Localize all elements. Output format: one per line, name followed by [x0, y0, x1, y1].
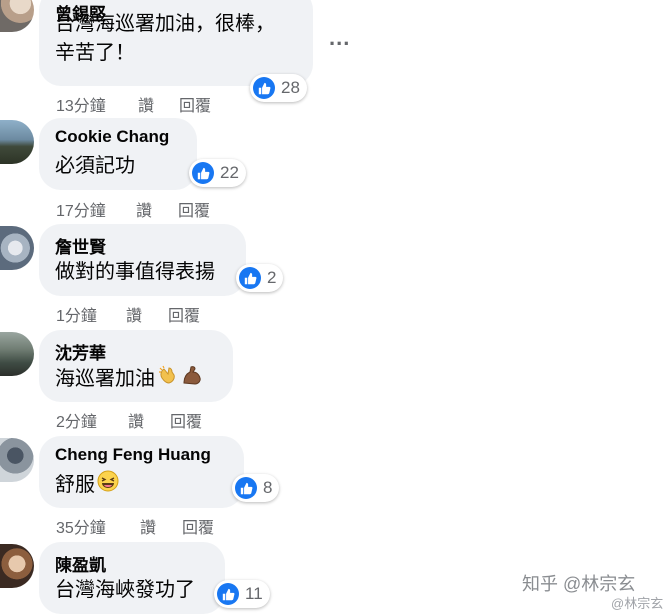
- comment-author[interactable]: Cookie Chang: [55, 127, 169, 147]
- comment-bubble: Cookie Chang 必須記功: [39, 118, 197, 190]
- comment-bubble: 陳盈凱 台灣海峽發功了: [39, 542, 225, 614]
- comment-text: 台灣海峽發功了: [55, 579, 195, 601]
- like-icon: [239, 267, 261, 289]
- avatar[interactable]: [0, 120, 34, 164]
- watermark-weibo: @林宗玄: [611, 596, 664, 611]
- reaction-badge[interactable]: 8: [232, 474, 280, 502]
- comment-bubble: 詹世賢 做對的事值得表揚: [39, 224, 246, 296]
- comment-timestamp[interactable]: 13分鐘: [56, 92, 106, 116]
- comment-text: 舒服: [55, 470, 119, 501]
- like-link[interactable]: 讚: [126, 302, 142, 326]
- avatar[interactable]: [0, 544, 34, 588]
- reaction-count: 28: [281, 78, 300, 97]
- reply-link[interactable]: 回覆: [168, 302, 200, 326]
- comment-timestamp[interactable]: 17分鐘: [56, 197, 106, 221]
- reaction-count: 22: [220, 163, 239, 182]
- reply-link[interactable]: 回覆: [178, 197, 210, 221]
- grinning-squinting-face-icon: [97, 470, 119, 501]
- like-icon: [235, 477, 257, 499]
- avatar[interactable]: [0, 332, 34, 376]
- comment-text: 必須記功: [55, 155, 135, 177]
- reaction-count: 11: [245, 584, 263, 603]
- reaction-count: 8: [263, 478, 273, 497]
- reply-link[interactable]: 回覆: [179, 92, 211, 116]
- comment-author[interactable]: 陳盈凱: [55, 551, 106, 576]
- comment-author[interactable]: Cheng Feng Huang: [55, 445, 211, 465]
- avatar[interactable]: [0, 0, 34, 32]
- like-link[interactable]: 讚: [140, 514, 156, 538]
- reaction-badge[interactable]: 28: [250, 74, 307, 102]
- reply-link[interactable]: 回覆: [170, 408, 202, 432]
- like-icon: [192, 162, 214, 184]
- more-options-icon[interactable]: ...: [329, 25, 350, 51]
- comment-timestamp[interactable]: 35分鐘: [56, 514, 106, 538]
- comment-bubble: Cheng Feng Huang 舒服: [39, 436, 244, 508]
- avatar[interactable]: [0, 226, 34, 270]
- reaction-badge[interactable]: 11: [214, 580, 270, 608]
- reaction-badge[interactable]: 2: [236, 264, 284, 292]
- comment-timestamp[interactable]: 2分鐘: [56, 408, 97, 432]
- like-icon: [217, 583, 239, 605]
- reply-link[interactable]: 回覆: [182, 514, 214, 538]
- flexed-biceps-icon: [181, 364, 203, 395]
- comment-text: 海巡署加油: [55, 364, 203, 395]
- like-link[interactable]: 讚: [138, 92, 154, 116]
- comment-text: 做對的事值得表揚: [55, 261, 215, 283]
- like-link[interactable]: 讚: [136, 197, 152, 221]
- comment-text-line: 舒服: [55, 474, 95, 496]
- like-icon: [253, 77, 275, 99]
- comment-text-line: 台灣海巡署加油，很棒，: [55, 13, 275, 35]
- comment-bubble: 沈芳華 海巡署加油: [39, 330, 233, 402]
- comment-timestamp[interactable]: 1分鐘: [56, 302, 97, 326]
- like-link[interactable]: 讚: [128, 408, 144, 432]
- comment-author[interactable]: 沈芳華: [55, 339, 106, 364]
- comment-text-line: 海巡署加油: [55, 368, 155, 390]
- comment-text: 台灣海巡署加油，很棒， 辛苦了！: [55, 10, 275, 68]
- comment-author[interactable]: 詹世賢: [55, 233, 106, 258]
- reaction-badge[interactable]: 22: [189, 159, 246, 187]
- comment-text-line: 辛苦了！: [55, 42, 135, 64]
- reaction-count: 2: [267, 268, 277, 287]
- clapping-hands-icon: [157, 364, 179, 395]
- avatar[interactable]: [0, 438, 34, 482]
